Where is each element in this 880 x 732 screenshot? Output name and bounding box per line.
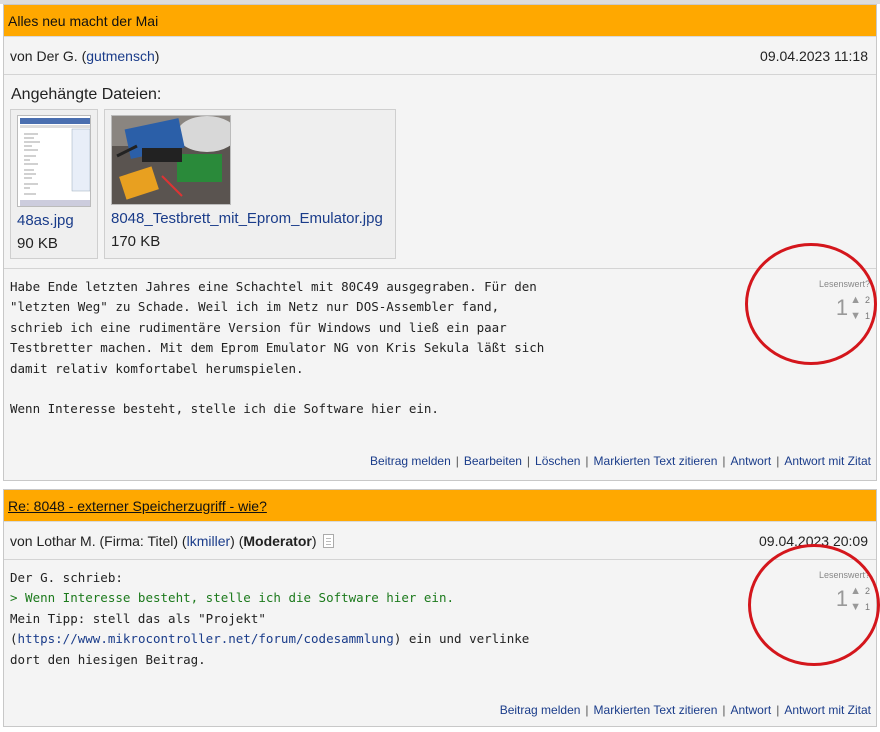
text-line: Mein Tipp: stell das als "Projekt" <box>10 610 266 626</box>
author-suffix: ) <box>154 48 160 64</box>
username-link[interactable]: gutmensch <box>86 48 154 64</box>
forum-post: Alles neu macht der Mai von Der G. (gutm… <box>3 4 877 481</box>
role-badge: Moderator <box>243 533 312 549</box>
codesammlung-link[interactable]: https://www.mikrocontroller.net/forum/co… <box>18 631 394 646</box>
post-title: Re: 8048 - externer Speicherzugriff - wi… <box>4 490 876 522</box>
edit-link[interactable]: Bearbeiten <box>464 454 522 468</box>
author-suffix: ) <box>311 533 317 549</box>
quote-selection-link[interactable]: Markierten Text zitieren <box>594 454 718 468</box>
reply-with-quote-link[interactable]: Antwort mit Zitat <box>784 703 871 717</box>
quote-attribution: Der G. schrieb: <box>10 570 123 585</box>
post-author: von Der G. (gutmensch) <box>10 37 159 74</box>
report-link[interactable]: Beitrag melden <box>500 703 581 717</box>
reply-link[interactable]: Antwort <box>731 703 772 717</box>
delete-link[interactable]: Löschen <box>535 454 580 468</box>
author-name: von Der G. ( <box>10 48 87 64</box>
text-line: dort den hiesigen Beitrag. <box>10 651 206 667</box>
attachment-card[interactable]: 8048_Testbrett_mit_Eprom_Emulator.jpg 17… <box>104 109 396 259</box>
post-date: 09.04.2023 11:18 <box>760 48 868 64</box>
forum-post: Re: 8048 - externer Speicherzugriff - wi… <box>3 489 877 727</box>
post-meta: von Lothar M. (Firma: Titel) (lkmiller) … <box>4 522 876 560</box>
author-name: von Lothar M. (Firma: Titel) ( <box>10 533 187 549</box>
text-fragment: ) ein und verlinke <box>393 631 530 647</box>
attachment-size: 170 KB <box>111 233 161 250</box>
post-author: von Lothar M. (Firma: Titel) (lkmiller) … <box>10 522 334 559</box>
post-meta: von Der G. (gutmensch) 09.04.2023 11:18 <box>4 37 876 75</box>
attachment-thumbnail[interactable] <box>111 115 231 205</box>
attachment-filename[interactable]: 8048_Testbrett_mit_Eprom_Emulator.jpg <box>111 210 389 227</box>
post-text: Der G. schrieb: > Wenn Interesse besteht… <box>4 560 876 678</box>
attachment-filename[interactable]: 48as.jpg <box>17 212 91 229</box>
attachment-card[interactable]: 48as.jpg 90 KB <box>10 109 98 259</box>
post-body: Der G. schrieb: > Wenn Interesse besteht… <box>4 560 876 726</box>
report-link[interactable]: Beitrag melden <box>370 454 451 468</box>
author-separator: ) ( <box>230 533 244 549</box>
username-link[interactable]: lkmiller <box>187 533 231 549</box>
post-title: Alles neu macht der Mai <box>4 5 876 37</box>
reply-link[interactable]: Antwort <box>731 454 772 468</box>
reply-with-quote-link[interactable]: Antwort mit Zitat <box>784 454 871 468</box>
post-actions: Beitrag melden | Markierten Text zitieren |… <box>499 703 871 717</box>
quoted-text: > Wenn Interesse besteht, stelle ich die… <box>10 590 455 606</box>
attachment-thumbnail[interactable] <box>17 115 91 207</box>
text-fragment: ( <box>10 631 18 647</box>
annotation-circle <box>748 544 880 666</box>
annotation-circle <box>745 243 877 365</box>
thread-title-link[interactable]: Re: 8048 - externer Speicherzugriff - wi… <box>8 498 267 514</box>
quote-selection-link[interactable]: Markierten Text zitieren <box>594 703 718 717</box>
attachments-title: Angehängte Dateien: <box>11 86 162 103</box>
post-actions: Beitrag melden | Bearbeiten | Löschen | Markie… <box>370 454 871 468</box>
document-icon[interactable] <box>322 534 334 548</box>
attachments-section: Angehängte Dateien: 48as.jpg 90 KB 8048_… <box>4 75 876 269</box>
attachment-size: 90 KB <box>17 235 58 252</box>
